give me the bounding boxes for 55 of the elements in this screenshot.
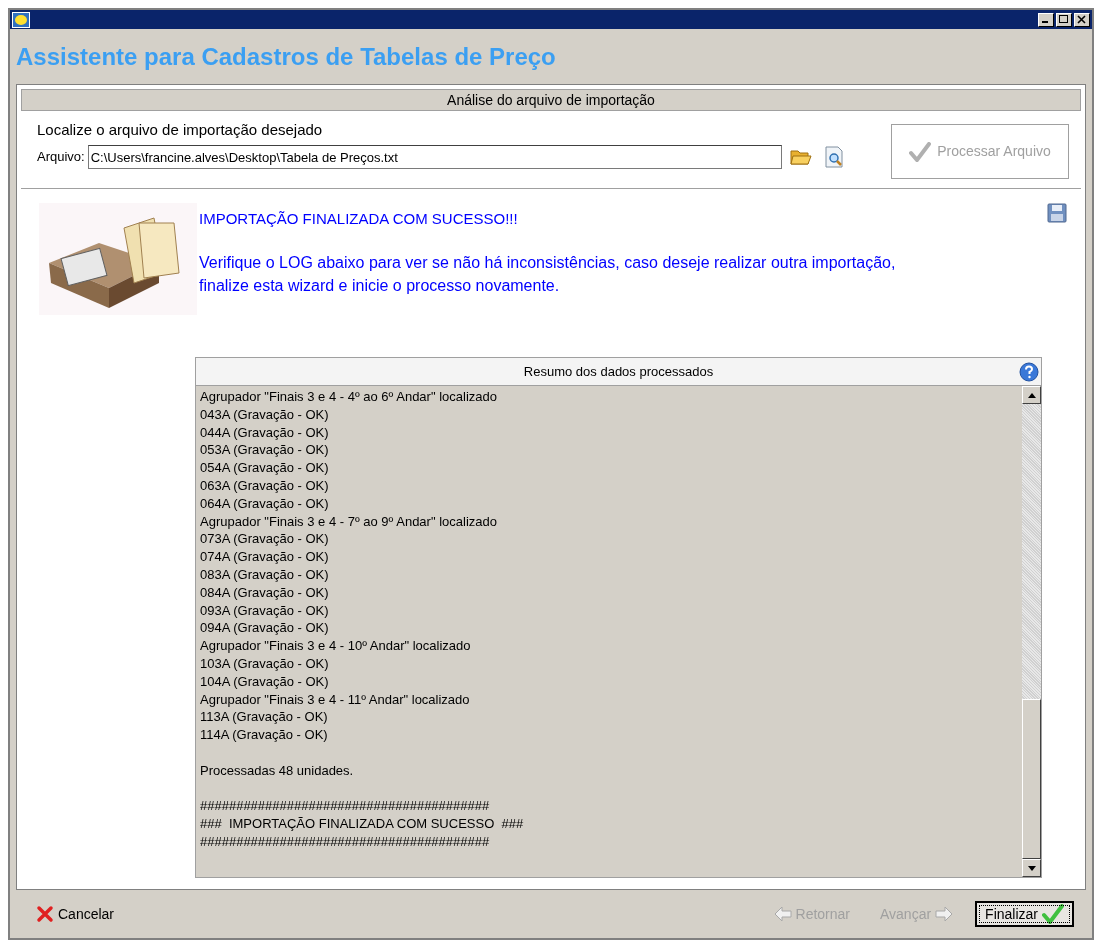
maximize-icon bbox=[1059, 15, 1069, 24]
log-title: Resumo dos dados processados bbox=[523, 362, 714, 381]
up-arrow-icon bbox=[1027, 392, 1036, 398]
log-line: 094A (Gravação - OK) bbox=[200, 619, 330, 638]
scroll-thumb[interactable] bbox=[1022, 699, 1041, 859]
right-arrow-icon bbox=[935, 906, 954, 922]
minimize-button[interactable] bbox=[1038, 12, 1054, 27]
section-header: Análise do arquivo de importação bbox=[21, 89, 1081, 111]
log-line: 103A (Gravação - OK) bbox=[200, 654, 330, 673]
preview-icon[interactable] bbox=[824, 146, 845, 168]
prompt-text: Localize o arquivo de importação desejado bbox=[37, 121, 324, 139]
log-line: 054A (Gravação - OK) bbox=[200, 459, 330, 477]
left-arrow-icon bbox=[773, 906, 792, 922]
wizard-title: Assistente para Cadastros de Tabelas de Preço bbox=[16, 41, 556, 72]
folder-icon[interactable] bbox=[789, 148, 812, 166]
log-line: Agrupador "Finais 3 e 4 - 10º Andar" localizado bbox=[200, 637, 472, 655]
scroll-down-button[interactable] bbox=[1022, 859, 1041, 877]
log-line: 063A (Gravação - OK) bbox=[200, 477, 330, 495]
close-icon bbox=[36, 905, 54, 923]
log-line: Agrupador "Finais 3 e 4 - 11º Andar" localizado bbox=[200, 690, 471, 709]
scroll-up-button[interactable] bbox=[1022, 386, 1041, 404]
log-line: 073A (Gravação - OK) bbox=[200, 530, 330, 549]
close-button[interactable] bbox=[1074, 12, 1090, 27]
scrollbar[interactable] bbox=[1022, 386, 1041, 877]
log-line: ### IMPORTAÇÃO FINALIZADA COM SUCESSO ### bbox=[200, 815, 525, 833]
log-line: 093A (Gravação - OK) bbox=[200, 601, 330, 620]
file-path-field[interactable]: C:\Users\francine.alves\Desktop\Tabela de Preços.txt bbox=[87, 145, 782, 169]
cancel-button[interactable]: Cancelar bbox=[28, 901, 123, 927]
help-icon[interactable] bbox=[1019, 362, 1039, 382]
log-line: 113A (Gravação - OK) bbox=[200, 708, 329, 727]
log-line: 044A (Gravação - OK) bbox=[200, 423, 330, 442]
log-line: 043A (Gravação - OK) bbox=[200, 405, 330, 424]
down-arrow-icon bbox=[1027, 865, 1036, 871]
success-message: IMPORTAÇÃO FINALIZADA COM SUCESSO!!! bbox=[199, 209, 519, 229]
log-line: Agrupador "Finais 3 e 4 - 7º ao 9º Andar" localizado bbox=[200, 512, 498, 531]
maximize-button[interactable] bbox=[1056, 12, 1072, 27]
log-line: 053A (Gravação - OK) bbox=[200, 441, 330, 460]
checkmark-icon bbox=[1042, 904, 1064, 924]
log-line: 084A (Gravação - OK) bbox=[200, 583, 330, 602]
log-line: ######################################## bbox=[200, 797, 491, 816]
finish-button[interactable]: Finalizar bbox=[975, 901, 1074, 927]
log-line: 104A (Gravação - OK) bbox=[200, 672, 330, 691]
close-icon bbox=[1077, 15, 1087, 24]
log-line: 114A (Gravação - OK) bbox=[200, 726, 329, 744]
log-line: 083A (Gravação - OK) bbox=[200, 565, 330, 584]
log-line: Processadas 48 unidades. bbox=[200, 761, 355, 780]
log-line: 074A (Gravação - OK) bbox=[200, 548, 330, 566]
log-line: ######################################## bbox=[200, 832, 491, 851]
save-icon[interactable] bbox=[1047, 203, 1067, 223]
checkmark-icon bbox=[909, 141, 932, 162]
instruction-text: Verifique o LOG abaixo para ver se não há inconsistências, caso deseje realizar outra importação, finalize esta wizard e inicie o processo novamente. bbox=[199, 253, 897, 296]
app-icon bbox=[12, 11, 30, 28]
log-line: Agrupador "Finais 3 e 4 - 4º ao 6º Andar" localizado bbox=[200, 388, 498, 406]
log-line: 064A (Gravação - OK) bbox=[200, 494, 330, 513]
file-label: Arquivo: bbox=[37, 148, 85, 167]
